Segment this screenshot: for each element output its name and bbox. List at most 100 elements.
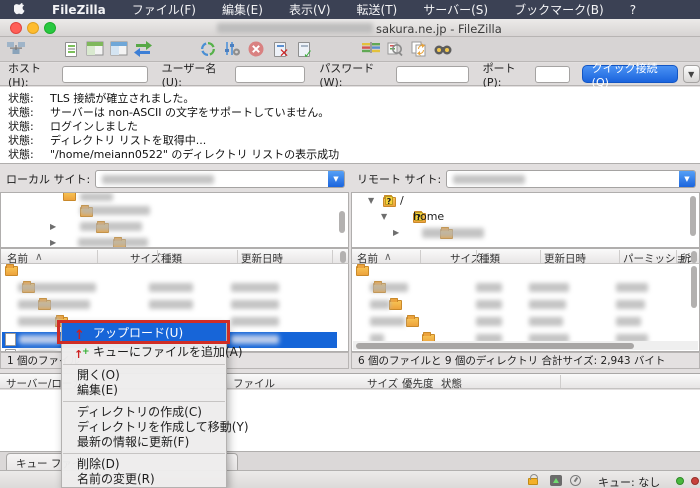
menu-server[interactable]: サーバー(S) [423, 1, 488, 18]
reconnect-icon[interactable]: ✓ [292, 39, 316, 60]
blurred-selected-file-name [19, 335, 61, 344]
blurred-file-type [149, 300, 193, 309]
menu-item-refresh[interactable]: 最新の情報に更新(F) [62, 435, 226, 450]
menu-edit[interactable]: 編集(E) [222, 1, 263, 18]
menu-app-name[interactable]: FileZilla [52, 3, 106, 17]
quickconnect-button[interactable]: クイック接続(Q) [582, 65, 678, 83]
refresh-file-lists-icon[interactable] [407, 39, 431, 60]
menu-separator [63, 364, 225, 365]
list-scrollbar[interactable] [691, 251, 697, 263]
sort-asc-icon: ∧ [35, 251, 43, 263]
queue-column-status[interactable]: 状態 [441, 376, 462, 391]
synchronized-browsing-icon[interactable] [383, 39, 407, 60]
expand-down-icon[interactable]: ▼ [368, 196, 374, 205]
site-manager-icon[interactable] [4, 39, 28, 60]
title-bar: sakura.ne.jp - FileZilla [0, 19, 700, 37]
remote-status-text: 6 個のファイルと 9 個のディレクトリ 合計サイズ: 2,943 バイト [358, 353, 665, 368]
apple-icon[interactable] [14, 3, 26, 16]
chevron-down-icon[interactable]: ▼ [328, 171, 344, 187]
menu-item-create-directory-and-enter[interactable]: ディレクトリを作成して移動(Y) [62, 420, 226, 435]
remote-list-header: 名前 ∧ サイズ 種類 更新日時 パーミッション 所 [351, 248, 700, 264]
remote-directory-tree[interactable]: ▼ ? / ▼ ? home ▶ [351, 192, 700, 248]
filezilla-window: FileZilla ファイル(F) 編集(E) 表示(V) 転送(T) サーバー… [0, 0, 700, 488]
menu-help[interactable]: ? [630, 3, 636, 17]
blurred-file-name [370, 300, 390, 309]
menu-item-create-directory[interactable]: ディレクトリの作成(C) [62, 405, 226, 420]
blurred-file-date [231, 300, 279, 309]
folder-unknown-icon: ? [383, 197, 396, 207]
menu-item-edit[interactable]: 編集(E) [62, 383, 226, 398]
lock-icon[interactable] [528, 478, 538, 485]
quickconnect-dropdown-button[interactable]: ▼ [683, 65, 700, 83]
context-menu: ↑ アップロード(U) ↑ + キューにファイルを追加(A) 開く(O) 編集(… [61, 322, 227, 488]
remote-site-combo[interactable]: ▼ [446, 170, 696, 188]
toggle-queue-icon[interactable] [131, 39, 155, 60]
chevron-down-icon[interactable]: ▼ [679, 171, 695, 187]
blurred-file-type [476, 300, 502, 309]
menu-separator [63, 401, 225, 402]
horizontal-scrollbar-track[interactable] [353, 341, 698, 350]
menu-file[interactable]: ファイル(F) [132, 1, 196, 18]
disconnect-icon[interactable]: ✕ [268, 39, 292, 60]
host-input[interactable] [62, 66, 148, 83]
plus-badge-icon: + [82, 343, 90, 361]
list-scrollbar[interactable] [691, 266, 697, 308]
list-scrollbar[interactable] [340, 251, 346, 263]
directory-comparison-icon[interactable] [359, 39, 383, 60]
menu-item-add-to-queue[interactable]: ↑ + キューにファイルを追加(A) [62, 343, 226, 361]
blurred-file-perm [616, 300, 645, 309]
expand-right-icon[interactable]: ▶ [50, 238, 56, 247]
blurred-file-date [231, 317, 279, 326]
toggle-remote-tree-icon[interactable] [107, 39, 131, 60]
local-site-combo[interactable]: ▼ [95, 170, 345, 188]
blurred-file-date [529, 317, 563, 326]
cancel-icon[interactable] [244, 39, 268, 60]
close-window-button[interactable] [10, 22, 22, 34]
queue-column-priority[interactable]: 優先度 [402, 376, 434, 391]
tree-item-root[interactable]: / [400, 194, 404, 207]
toolbar: ✕ ✓ [0, 37, 700, 62]
menu-bookmarks[interactable]: ブックマーク(B) [514, 1, 604, 18]
refresh-icon[interactable] [196, 39, 220, 60]
port-input[interactable] [535, 66, 570, 83]
username-label: ユーザー名(U): [162, 60, 230, 89]
minimize-window-button[interactable] [27, 22, 39, 34]
tree-scrollbar[interactable] [339, 211, 345, 233]
tree-scrollbar[interactable] [690, 196, 696, 236]
password-label: パスワード(W): [319, 60, 390, 89]
username-input[interactable] [235, 66, 305, 83]
blurred-folder-name [422, 228, 484, 238]
remote-status-bar: 6 個のファイルと 9 個のディレクトリ 合計サイズ: 2,943 バイト [351, 352, 700, 369]
log-message: "/home/meiann0522" のディレクトリ リストの表示成功 [50, 146, 339, 162]
remote-file-list[interactable] [351, 264, 700, 352]
local-directory-tree[interactable]: ▶ ▶ [0, 192, 349, 248]
port-label: ポート(P): [483, 60, 530, 89]
zoom-window-button[interactable] [44, 22, 56, 34]
remote-site-bar: リモート サイト: ▼ [351, 168, 700, 190]
password-input[interactable] [396, 66, 469, 83]
expand-right-icon[interactable]: ▶ [393, 228, 399, 237]
local-site-bar: ローカル サイト: ▼ [0, 168, 349, 190]
menu-item-open[interactable]: 開く(O) [62, 368, 226, 383]
blurred-file-name [18, 317, 60, 326]
menu-bar: FileZilla ファイル(F) 編集(E) 表示(V) 転送(T) サーバー… [0, 0, 700, 19]
menu-transfer[interactable]: 転送(T) [357, 1, 398, 18]
tree-item-home[interactable]: home [413, 210, 444, 223]
toggle-local-tree-icon[interactable] [83, 39, 107, 60]
speed-limit-gauge-icon[interactable] [570, 475, 581, 486]
menu-view[interactable]: 表示(V) [289, 1, 331, 18]
folder-icon [5, 266, 18, 276]
expand-down-icon[interactable]: ▼ [381, 212, 387, 221]
folder-icon [406, 317, 419, 327]
menu-item-rename[interactable]: 名前の変更(R) [62, 472, 226, 487]
filter-icon[interactable] [220, 39, 244, 60]
menu-item-delete[interactable]: 削除(D) [62, 457, 226, 472]
queue-column-size[interactable]: サイズ [367, 376, 398, 391]
expand-right-icon[interactable]: ▶ [50, 222, 56, 231]
horizontal-scrollbar-thumb[interactable] [356, 343, 634, 349]
queue-column-file[interactable]: ファイル [233, 376, 275, 391]
message-log: 状態:TLS 接続が確立されました。 状態:サーバーは non-ASCII の文… [0, 87, 700, 164]
find-files-icon[interactable] [431, 39, 455, 60]
data-usage-icon[interactable] [550, 475, 562, 486]
toggle-log-icon[interactable] [59, 39, 83, 60]
